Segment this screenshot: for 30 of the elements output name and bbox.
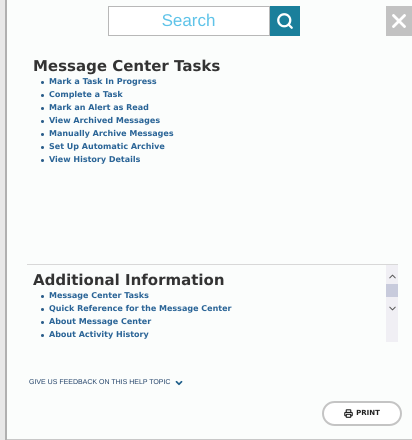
help-link[interactable]: Mark an Alert as Read: [49, 103, 149, 113]
help-link[interactable]: About Message Center: [49, 317, 152, 327]
scrollbar[interactable]: [386, 265, 398, 342]
section-heading: Message Center Tasks: [33, 57, 222, 75]
search-field[interactable]: Search: [108, 6, 270, 36]
help-link[interactable]: Set Up Automatic Archive: [49, 142, 165, 152]
bullet-icon: [41, 120, 44, 122]
bullet-icon: [41, 334, 44, 336]
help-link[interactable]: View History Details: [49, 155, 140, 165]
section-heading: Additional Information: [33, 271, 226, 289]
help-link[interactable]: Mark a Task In Progress: [49, 77, 157, 87]
search-button[interactable]: [270, 6, 300, 36]
help-link[interactable]: Manually Archive Messages: [49, 129, 174, 139]
scrollbar-thumb[interactable]: [386, 284, 398, 297]
bullet-icon: [41, 158, 44, 162]
bullet-icon: [41, 94, 44, 96]
help-link[interactable]: About Activity History: [49, 330, 149, 340]
bullet-icon: [41, 294, 44, 298]
help-link[interactable]: Message Center Tasks: [49, 291, 149, 301]
help-link[interactable]: Complete a Task: [49, 90, 123, 100]
bullet-icon: [41, 132, 44, 136]
bullet-icon: [41, 80, 44, 84]
printer-icon: [344, 408, 354, 418]
bullet-icon: [41, 308, 44, 310]
bullet-icon: [41, 106, 44, 110]
bullet-icon: [41, 146, 44, 148]
help-link[interactable]: View Archived Messages: [49, 116, 160, 126]
bullet-icon: [41, 320, 44, 324]
help-link[interactable]: Quick Reference for the Message Center: [49, 304, 232, 314]
search-icon: [276, 12, 294, 30]
